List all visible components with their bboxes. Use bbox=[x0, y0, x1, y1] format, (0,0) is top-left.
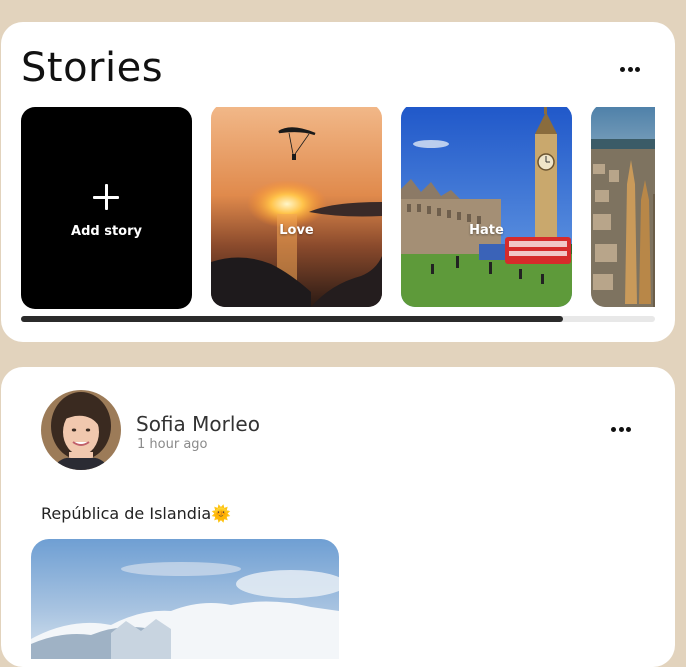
story-card-city[interactable] bbox=[591, 107, 655, 307]
stories-strip[interactable]: Add story Love Hate bbox=[21, 107, 655, 311]
avatar-image bbox=[41, 390, 121, 470]
plus-icon bbox=[93, 184, 119, 210]
author-name[interactable]: Sofia Morleo bbox=[136, 412, 260, 436]
post-card: Sofia Morleo 1 hour ago República de Isl… bbox=[1, 367, 675, 667]
add-story-button[interactable]: Add story bbox=[21, 107, 192, 309]
stories-title: Stories bbox=[21, 45, 164, 91]
post-image[interactable] bbox=[31, 539, 339, 659]
story-image-sunset bbox=[211, 107, 382, 307]
story-card-love[interactable]: Love bbox=[211, 107, 382, 307]
story-card-hate[interactable]: Hate bbox=[401, 107, 572, 307]
avatar[interactable] bbox=[41, 390, 121, 470]
story-image-city bbox=[591, 107, 655, 307]
stories-card: Stories Add story Love Hate bbox=[1, 22, 675, 342]
post-timestamp: 1 hour ago bbox=[137, 437, 208, 452]
story-label: Hate bbox=[469, 223, 504, 238]
more-options-icon[interactable] bbox=[620, 62, 640, 76]
story-label: Love bbox=[279, 223, 314, 238]
post-text: República de Islandia🌞 bbox=[41, 504, 232, 523]
post-image-iceland bbox=[31, 539, 339, 659]
story-image-london bbox=[401, 107, 572, 307]
more-options-icon[interactable] bbox=[611, 422, 631, 436]
stories-scrollbar-thumb[interactable] bbox=[21, 316, 564, 322]
story-label: Add story bbox=[71, 224, 142, 239]
stories-scrollbar[interactable] bbox=[21, 316, 655, 322]
